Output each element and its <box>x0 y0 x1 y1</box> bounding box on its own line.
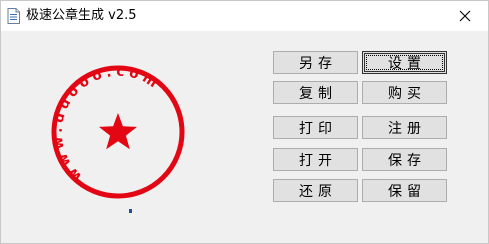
status-mark <box>129 209 132 213</box>
restore-button[interactable]: 还原 <box>273 179 358 202</box>
save-button[interactable]: 保存 <box>362 148 447 171</box>
register-button[interactable]: 注册 <box>362 116 447 139</box>
app-window: 极速公章生成 v2.5 www.ddooo.com 另存 设置 复制 购买 打印… <box>0 0 489 244</box>
close-icon <box>459 7 471 26</box>
window-title: 极速公章生成 v2.5 <box>26 8 137 23</box>
document-icon <box>7 8 20 24</box>
copy-button[interactable]: 复制 <box>273 81 358 104</box>
save-as-button[interactable]: 另存 <box>273 51 358 74</box>
star-icon <box>99 113 137 150</box>
print-button[interactable]: 打印 <box>273 116 358 139</box>
open-button[interactable]: 打开 <box>273 148 358 171</box>
keep-button[interactable]: 保留 <box>362 179 447 202</box>
close-button[interactable] <box>442 1 488 31</box>
settings-button[interactable]: 设置 <box>362 51 447 74</box>
seal-preview: www.ddooo.com <box>48 62 188 202</box>
client-area: www.ddooo.com 另存 设置 复制 购买 打印 注册 打开 保存 还原… <box>1 31 488 243</box>
buy-button[interactable]: 购买 <box>362 81 447 104</box>
title-bar: 极速公章生成 v2.5 <box>1 1 488 31</box>
